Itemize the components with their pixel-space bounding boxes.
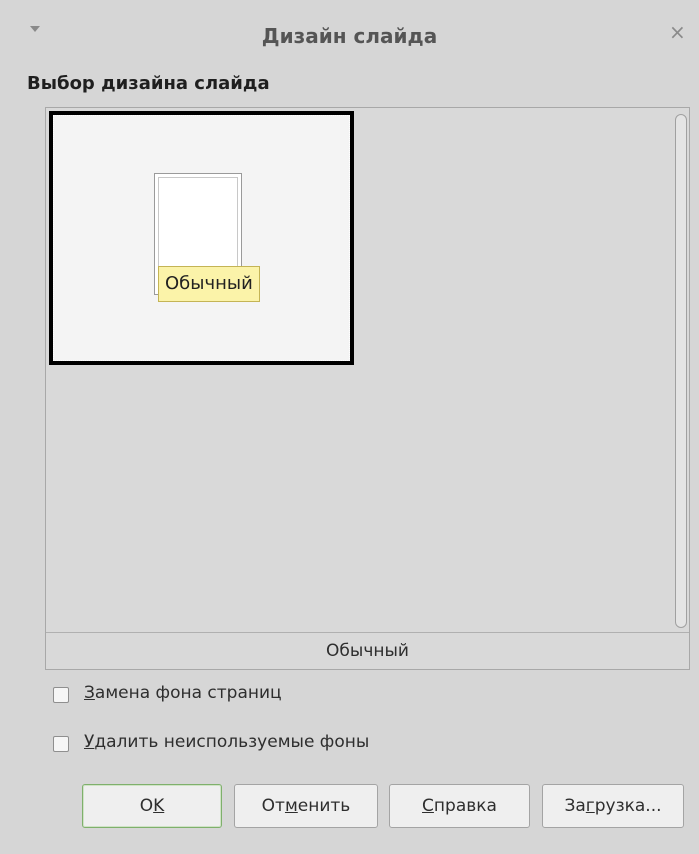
design-list-area[interactable]: Обычный <box>46 108 673 632</box>
button-text: рузка... <box>594 796 662 816</box>
vertical-scrollbar[interactable] <box>673 108 689 632</box>
label-text: далить неиспользуемые фоны <box>94 732 370 752</box>
label-mnemonic: У <box>84 732 95 752</box>
button-text: енить <box>297 796 351 816</box>
title-bar: Дизайн слайда × <box>0 0 699 60</box>
design-list[interactable]: Обычный Обычный <box>45 107 690 670</box>
delete-unused-label[interactable]: Удалить неиспользуемые фоны <box>84 732 369 752</box>
window-title: Дизайн слайда <box>261 24 438 48</box>
design-tooltip: Обычный <box>158 266 260 302</box>
help-button[interactable]: Справка <box>389 784 530 828</box>
cancel-button[interactable]: Отменить <box>234 784 378 828</box>
button-text: правка <box>433 796 497 816</box>
load-button[interactable]: Загрузка... <box>542 784 684 828</box>
ok-button[interactable]: ОK <box>82 784 222 828</box>
replace-backgrounds-checkbox[interactable] <box>53 687 69 703</box>
button-text: О <box>139 796 154 816</box>
close-icon[interactable]: × <box>669 22 686 42</box>
button-text: От <box>261 796 285 816</box>
design-item-default[interactable]: Обычный <box>49 111 354 365</box>
button-mnemonic: С <box>422 796 434 816</box>
label-text: амена фона страниц <box>94 683 282 703</box>
selected-design-caption: Обычный <box>46 632 689 670</box>
button-mnemonic: м <box>284 796 298 816</box>
replace-backgrounds-label[interactable]: Замена фона страниц <box>84 683 282 703</box>
label-mnemonic: З <box>84 683 95 703</box>
delete-unused-checkbox[interactable] <box>53 736 69 752</box>
section-heading: Выбор дизайна слайда <box>27 73 270 94</box>
button-mnemonic: K <box>153 796 165 816</box>
scrollbar-track[interactable] <box>675 114 687 628</box>
slide-design-dialog: Дизайн слайда × Выбор дизайна слайда Обы… <box>0 0 699 854</box>
button-mnemonic: г <box>585 796 595 816</box>
button-text: За <box>564 796 586 816</box>
